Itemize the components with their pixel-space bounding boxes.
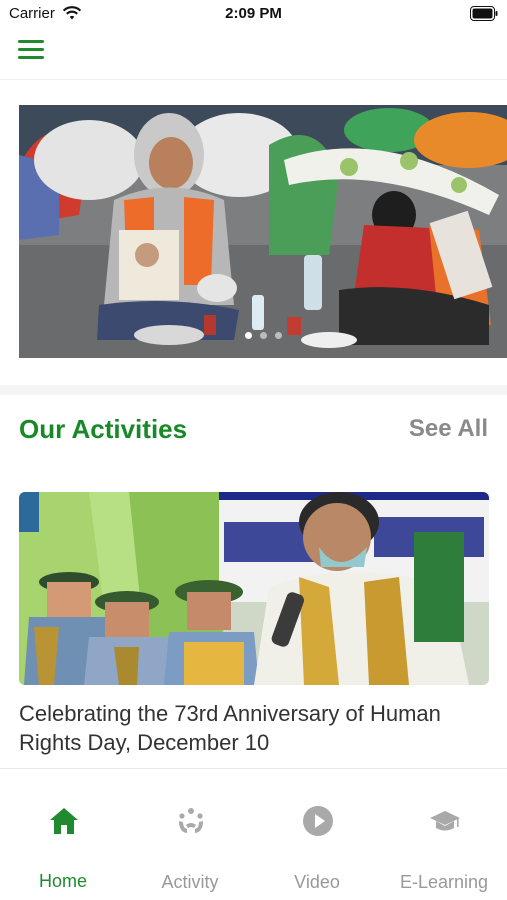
carousel-indicator (19, 326, 507, 344)
tab-elearning[interactable]: E-Learning (381, 769, 507, 900)
see-all-link[interactable]: See All (409, 415, 488, 443)
home-icon (50, 808, 78, 834)
status-bar: Carrier 2:09 PM (0, 0, 507, 30)
activity-icon (179, 808, 203, 833)
tab-home[interactable]: Home (0, 769, 126, 900)
hero-carousel[interactable] (19, 105, 507, 358)
tab-activity[interactable]: Activity (127, 769, 253, 900)
bottom-tab-bar: Home Activity Video E-Learning (0, 768, 507, 900)
activity-title: Celebrating the 73rd Anniversary of Huma… (19, 701, 441, 755)
battery-icon (470, 6, 498, 21)
hero-image (19, 105, 507, 358)
activity-image (19, 492, 489, 685)
section-divider (0, 385, 507, 395)
carousel-dot[interactable] (259, 332, 267, 339)
top-nav-bar (0, 30, 507, 80)
play-icon (303, 806, 333, 836)
activity-card[interactable]: Celebrating the 73rd Anniversary of Huma… (19, 492, 489, 767)
section-title: Our Activities (19, 414, 188, 444)
carousel-dot[interactable] (274, 332, 282, 339)
tab-video-label: Video (294, 872, 340, 892)
clock: 2:09 PM (225, 5, 282, 22)
tab-video[interactable]: Video (254, 769, 380, 900)
tab-home-label: Home (38, 871, 87, 891)
graduation-cap-icon (430, 811, 460, 831)
tab-activity-label: Activity (161, 872, 219, 892)
tab-elearning-label: E-Learning (399, 872, 489, 892)
carousel-dot[interactable] (244, 332, 252, 339)
hamburger-icon[interactable] (18, 40, 46, 62)
